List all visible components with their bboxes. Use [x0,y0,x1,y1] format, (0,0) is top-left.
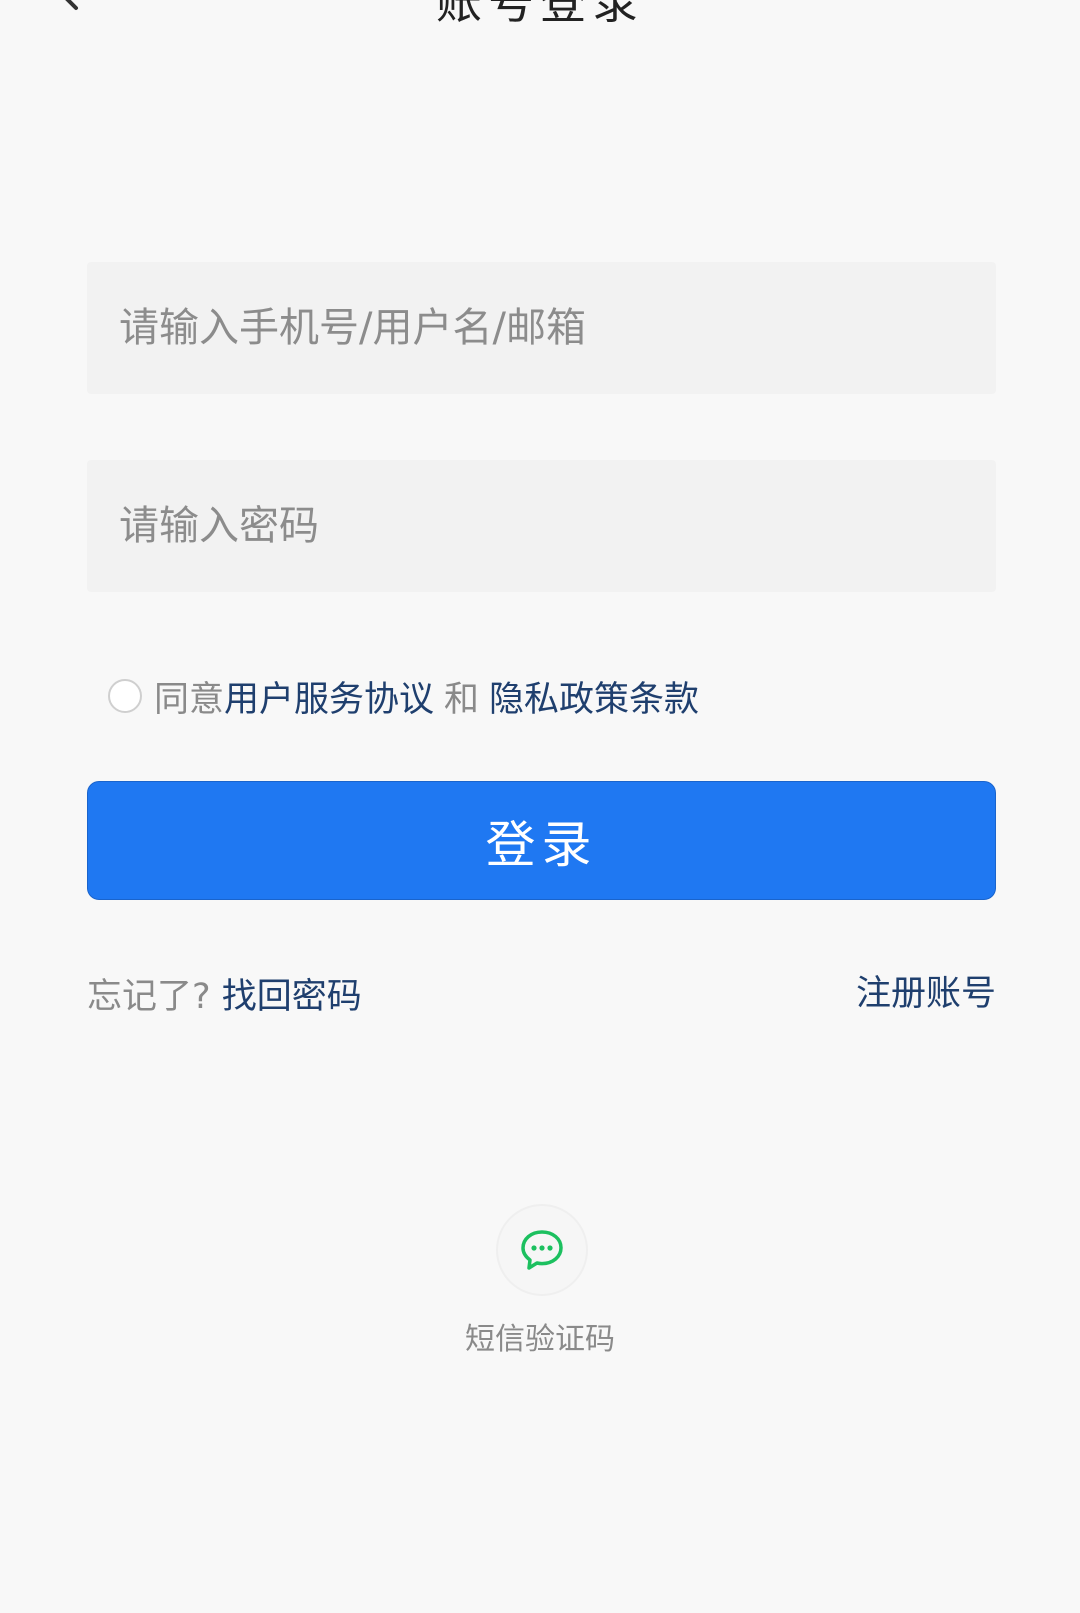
agree-radio[interactable] [108,679,142,713]
privacy-link[interactable]: 隐私政策条款 [489,671,699,722]
recover-password-link[interactable]: 找回密码 [222,977,362,1017]
terms-link[interactable]: 用户服务协议 [224,671,434,722]
forgot-password-row: 忘记了? 找回密码 [87,968,362,1019]
page-title: 账号登录 [436,0,644,29]
sms-login-button[interactable] [496,1204,588,1296]
agree-prefix-text: 同意 [154,679,225,720]
forgot-prefix-text: 忘记了? [87,977,211,1017]
username-input[interactable] [87,262,996,394]
password-input[interactable] [87,460,996,592]
login-button[interactable]: 登录 [87,781,996,900]
chat-bubble-icon [521,1230,563,1270]
sms-login-label[interactable]: 短信验证码 [0,1314,1080,1358]
register-link[interactable]: 注册账号 [856,965,996,1016]
agreement-row: 同意 用户服务协议 和 隐私政策条款 [108,672,699,720]
login-page: 账号登录 同意 用户服务协议 和 隐私政策条款 登录 忘记了? 找回密码 注册账… [0,0,1080,1613]
agree-and-text: 和 [444,679,480,720]
